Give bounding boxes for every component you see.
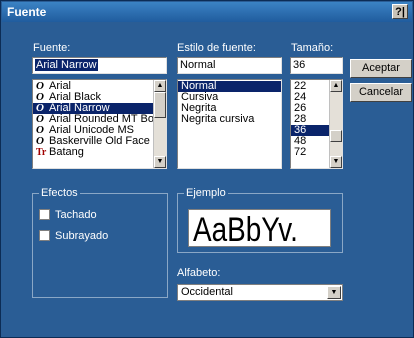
scroll-thumb[interactable] — [154, 92, 166, 118]
font-list-item[interactable]: Tr Batang — [33, 146, 154, 159]
font-name-input[interactable]: Arial Narrow — [32, 57, 167, 74]
underline-checkbox[interactable]: Subrayado — [39, 230, 108, 243]
size-list-scrollbar[interactable]: ▲ ▼ — [329, 80, 342, 168]
sample-label: Ejemplo — [184, 187, 228, 199]
checkbox-box[interactable] — [39, 209, 50, 220]
effects-group: Efectos Tachado Subrayado — [32, 187, 168, 298]
font-style-input[interactable]: Normal — [177, 57, 282, 74]
effects-label: Efectos — [39, 187, 80, 199]
scroll-down-arrow-icon[interactable]: ▼ — [154, 156, 166, 168]
style-list-item[interactable]: Negrita cursiva — [178, 114, 281, 125]
ok-button[interactable]: Aceptar — [350, 59, 412, 78]
opentype-font-icon: O — [36, 135, 44, 147]
scroll-up-arrow-icon[interactable]: ▲ — [154, 80, 166, 92]
font-dialog: Fuente ?| Fuente: Arial Narrow O Arial O Ar… — [0, 0, 414, 338]
font-list[interactable]: O Arial O Arial Black O Arial Narrow O Arial Ro… — [32, 79, 167, 169]
scroll-up-arrow-icon[interactable]: ▲ — [330, 80, 342, 92]
underline-label: Subrayado — [55, 230, 109, 242]
style-label: Estilo de fuente: — [177, 42, 256, 54]
sample-group: Ejemplo AaBbYv. — [177, 187, 343, 253]
cancel-button[interactable]: Cancelar — [350, 83, 412, 102]
dialog-title: Fuente — [7, 5, 47, 19]
truetype-font-icon: Tr — [36, 147, 47, 158]
help-button[interactable]: ?| — [392, 4, 408, 19]
chevron-down-icon[interactable]: ▼ — [327, 286, 341, 299]
scroll-thumb[interactable] — [330, 130, 342, 142]
font-size-input[interactable]: 36 — [290, 57, 343, 74]
script-select[interactable]: Occidental ▼ — [177, 284, 343, 301]
strikeout-label: Tachado — [55, 209, 97, 221]
font-name-value: Arial Narrow — [35, 59, 98, 71]
script-value: Occidental — [181, 286, 233, 298]
checkbox-box[interactable] — [39, 230, 50, 241]
font-list-scrollbar[interactable]: ▲ ▼ — [153, 80, 166, 168]
sample-preview: AaBbYv. — [188, 209, 331, 247]
title-bar: Fuente ?| — [2, 2, 412, 22]
scroll-down-arrow-icon[interactable]: ▼ — [330, 156, 342, 168]
font-label: Fuente: — [33, 42, 71, 54]
font-item-label: Batang — [49, 146, 84, 158]
sample-text: AaBbYv. — [193, 211, 298, 247]
script-label: Alfabeto: — [177, 267, 221, 279]
font-style-list[interactable]: Normal Cursiva Negrita Negrita cursiva — [177, 79, 282, 169]
font-size-list[interactable]: 22 24 26 28 36 48 72 ▲ ▼ — [290, 79, 343, 169]
size-label: Tamaño: — [291, 42, 334, 54]
size-list-item[interactable]: 72 — [291, 147, 330, 158]
strikeout-checkbox[interactable]: Tachado — [39, 209, 97, 222]
